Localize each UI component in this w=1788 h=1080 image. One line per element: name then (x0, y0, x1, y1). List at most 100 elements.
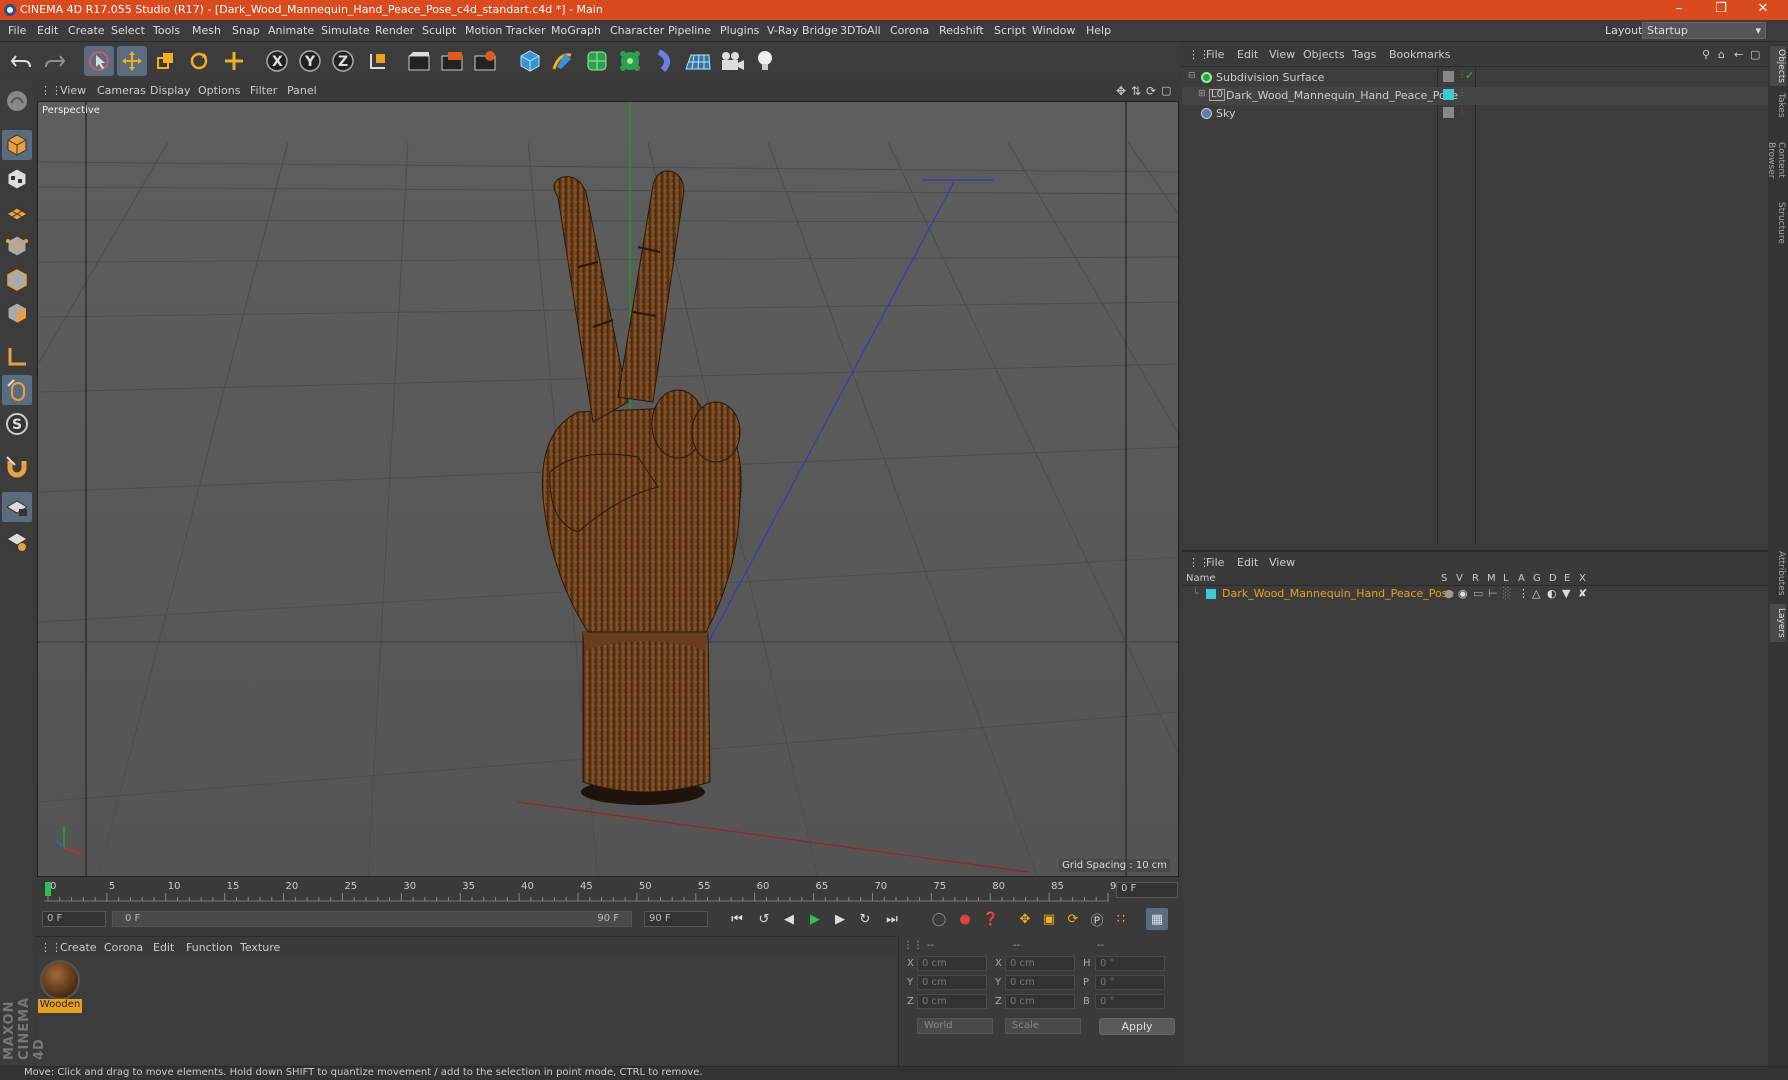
go-to-end-button[interactable]: ⏭ (881, 908, 903, 930)
make-editable-button[interactable] (2, 86, 32, 116)
pen-spline-button[interactable] (548, 46, 578, 76)
object-menu-bookmarks[interactable]: Bookmarks (1389, 48, 1450, 61)
position-x-field[interactable]: 0 cm (917, 956, 987, 971)
menu-redshift[interactable]: Redshift (939, 24, 984, 37)
layer-row[interactable]: └ Dark_Wood_Mannequin_Hand_Peace_Pose ● … (1182, 586, 1768, 604)
object-menu-edit[interactable]: Edit (1237, 48, 1258, 61)
tab-structure[interactable]: Structure (1770, 200, 1786, 246)
light-object-button[interactable] (750, 46, 780, 76)
xref-icon[interactable]: ✘ (1578, 587, 1587, 600)
texture-mode-button[interactable] (2, 164, 32, 194)
viewport-move-icon[interactable]: ✥ (1116, 84, 1126, 98)
close-button[interactable]: ✕ (1742, 0, 1784, 20)
menu-edit[interactable]: Edit (37, 24, 58, 37)
menu-window[interactable]: Window (1032, 24, 1075, 37)
layer-header-generators[interactable]: G (1533, 573, 1541, 584)
layer-color-swatch[interactable] (1443, 89, 1454, 100)
render-clapper-icon[interactable]: ▭ (1473, 587, 1483, 600)
material-menu-edit[interactable]: Edit (153, 941, 174, 954)
visibility-dots-icon[interactable]: ⋮ (1458, 106, 1466, 115)
layer-menu-file[interactable]: File (1206, 556, 1224, 569)
layer-menu-view[interactable]: View (1269, 556, 1295, 569)
layer-header-manager[interactable]: M (1487, 573, 1496, 584)
render-settings-button[interactable] (470, 46, 500, 76)
menu-select[interactable]: Select (111, 24, 145, 37)
restore-button[interactable]: ❐ (1700, 0, 1742, 20)
coordinate-mode-select[interactable]: World (917, 1018, 993, 1034)
menu-animate[interactable]: Animate (268, 24, 314, 37)
solo-dot-icon[interactable]: ● (1444, 587, 1454, 600)
viewport-menu-panel[interactable]: Panel (287, 84, 317, 97)
tab-takes[interactable]: Takes (1770, 90, 1786, 120)
layer-header-view[interactable]: V (1456, 573, 1463, 584)
menu-snap[interactable]: Snap (232, 24, 260, 37)
layout-select[interactable]: Startup ▾ (1642, 22, 1766, 39)
size-x-field[interactable]: 0 cm (1005, 956, 1075, 971)
key-parameter-button[interactable]: Ⓟ (1086, 908, 1108, 930)
layer-header-expressions[interactable]: E (1564, 573, 1570, 584)
expression-icon[interactable]: ▼ (1562, 587, 1570, 600)
generator-icon[interactable]: △ (1532, 587, 1540, 600)
solo-mode-button[interactable]: S (2, 409, 32, 439)
material-menu-texture[interactable]: Texture (240, 941, 280, 954)
3d-viewport[interactable]: Perspective Grid Spacing : 10 cm (37, 101, 1179, 877)
planar-workplane-button[interactable] (2, 526, 32, 556)
visibility-dots-icon[interactable]: ⋮ (1458, 88, 1466, 97)
deformer-icon[interactable]: ◐ (1547, 587, 1557, 600)
autokeying-button[interactable]: ❓ (980, 908, 1002, 930)
rotation-h-field[interactable]: 0 ° (1095, 956, 1165, 971)
layer-header-locked[interactable]: L (1503, 573, 1509, 584)
layer-header-render[interactable]: R (1472, 573, 1479, 584)
rotation-p-field[interactable]: 0 ° (1095, 975, 1165, 990)
object-row-sky[interactable]: Sky ⋮ (1182, 105, 1768, 123)
menu-simulate[interactable]: Simulate (321, 24, 370, 37)
size-z-field[interactable]: 0 cm (1005, 994, 1075, 1009)
viewport-dolly-icon[interactable]: ⇅ (1131, 84, 1141, 98)
viewport-rotate-icon[interactable]: ⟳ (1146, 84, 1156, 98)
apply-button[interactable]: Apply (1099, 1018, 1175, 1035)
viewport-menu-cameras[interactable]: Cameras (97, 84, 146, 97)
mograph-cloner-button[interactable] (615, 46, 645, 76)
coordinate-system-button[interactable] (363, 46, 393, 76)
menu-vray-bridge[interactable]: V-Ray Bridge (767, 24, 838, 37)
menu-plugins[interactable]: Plugins (720, 24, 759, 37)
render-view-button[interactable] (404, 46, 434, 76)
start-frame-field[interactable]: 0 F (42, 911, 106, 927)
play-button[interactable]: ▶ (804, 908, 826, 930)
viewport-menu-display[interactable]: Display (150, 84, 191, 97)
x-axis-button[interactable]: X (262, 46, 292, 76)
previous-key-button[interactable]: ↺ (753, 908, 775, 930)
material-item[interactable]: Wooden (36, 956, 86, 1016)
snap-toggle-button[interactable] (2, 452, 32, 482)
menu-character[interactable]: Character (610, 24, 664, 37)
collapse-icon[interactable]: ⊟ (1188, 71, 1196, 81)
transform-tool-button[interactable] (219, 46, 249, 76)
move-tool-button[interactable] (117, 46, 147, 76)
menu-3dtoall[interactable]: 3DToAll (840, 24, 881, 37)
menu-sculpt[interactable]: Sculpt (422, 24, 456, 37)
timeline-window-button[interactable]: ▦ (1146, 908, 1168, 930)
tab-objects[interactable]: Objects (1770, 46, 1786, 86)
end-frame-field[interactable]: 90 F (644, 911, 708, 927)
deformer-button[interactable] (650, 46, 680, 76)
tab-attributes[interactable]: Attributes (1770, 546, 1786, 600)
record-active-objects-button[interactable]: ● (954, 908, 976, 930)
object-menu-tags[interactable]: Tags (1352, 48, 1376, 61)
cube-object-button[interactable] (515, 46, 545, 76)
key-pla-button[interactable]: ∷ (1110, 908, 1132, 930)
layer-header-xref[interactable]: X (1579, 573, 1586, 584)
tab-content-browser[interactable]: Content Browser (1766, 124, 1786, 196)
menu-script[interactable]: Script (994, 24, 1026, 37)
key-scale-button[interactable]: ▣ (1038, 908, 1060, 930)
axis-mode-button[interactable] (2, 342, 32, 372)
floor-object-button[interactable] (683, 46, 713, 76)
subdivision-surface-button[interactable] (582, 46, 612, 76)
search-icon[interactable]: ⚲ (1702, 48, 1710, 61)
key-rotation-button[interactable]: ⟳ (1062, 908, 1084, 930)
undo-button[interactable] (6, 46, 36, 76)
eye-icon[interactable]: ◉ (1458, 587, 1468, 600)
record-keys-disabled-button[interactable]: ◯ (928, 908, 950, 930)
menu-pipeline[interactable]: Pipeline (668, 24, 711, 37)
layer-tag-icon[interactable] (1443, 71, 1454, 82)
points-mode-button[interactable] (2, 231, 32, 261)
